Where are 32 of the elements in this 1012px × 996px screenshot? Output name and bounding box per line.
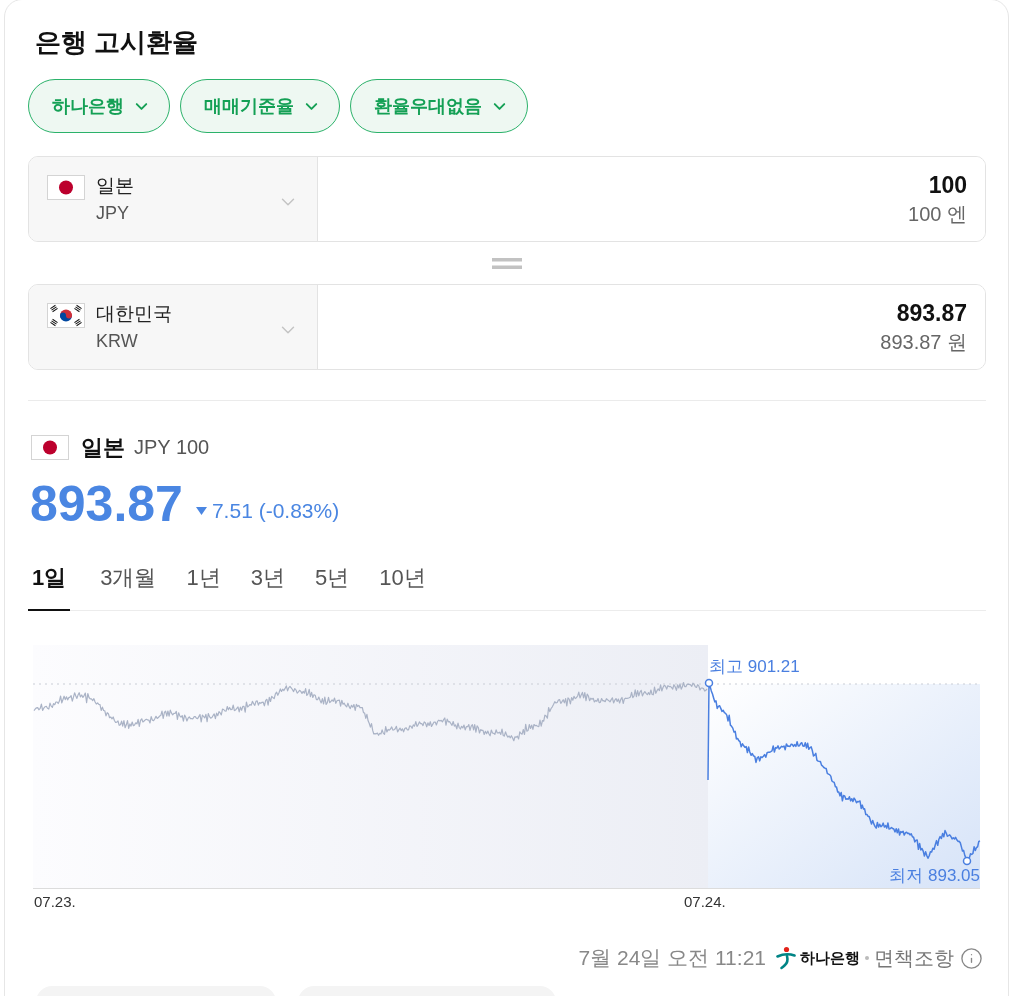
- amount-value: 893.87: [896, 299, 967, 328]
- x-axis-label: 07.24.: [684, 892, 726, 912]
- logo-icon: [776, 946, 796, 970]
- period-tab[interactable]: 10년: [379, 548, 426, 611]
- amount-value: 100: [928, 171, 967, 200]
- update-timestamp: 7월 24일 오전 11:21: [578, 945, 766, 972]
- amount-in-words: 893.87 원: [880, 330, 967, 355]
- japan-flag-icon: [47, 175, 85, 200]
- currency-select[interactable]: 일본 JPY: [29, 157, 318, 241]
- rate-change: 7.51 (-0.83%): [211, 498, 340, 525]
- current-rate: 893.87: [30, 475, 183, 534]
- x-axis-label: 07.23.: [34, 892, 76, 912]
- period-tab[interactable]: 3년: [250, 548, 285, 611]
- equals-icon: [492, 257, 522, 269]
- quote-unit: JPY 100: [134, 435, 210, 460]
- low-value-label: 최저 893.05: [889, 866, 980, 886]
- japan-flag-icon: [31, 434, 69, 460]
- period-tab[interactable]: 1년: [186, 548, 221, 611]
- info-icon: [960, 946, 983, 970]
- amount-in-words: 100 엔: [908, 202, 967, 227]
- currency-select[interactable]: 대한민국 KRW: [29, 285, 318, 369]
- source-bank-name: 하나은행: [800, 947, 860, 968]
- period-tab[interactable]: 1일: [28, 548, 71, 611]
- quote-country: 일본: [81, 433, 125, 462]
- high-point-marker-icon: [704, 678, 714, 688]
- low-point-marker-icon: [962, 856, 972, 866]
- korea-flag-icon: [47, 303, 85, 328]
- period-tab[interactable]: 5년: [315, 548, 350, 611]
- disclaimer-link[interactable]: 면책조항: [874, 943, 983, 973]
- card-title: 은행 고시환율: [34, 26, 199, 59]
- high-value-label: 최고 901.21: [709, 657, 800, 677]
- period-tab[interactable]: 3개월: [100, 548, 157, 611]
